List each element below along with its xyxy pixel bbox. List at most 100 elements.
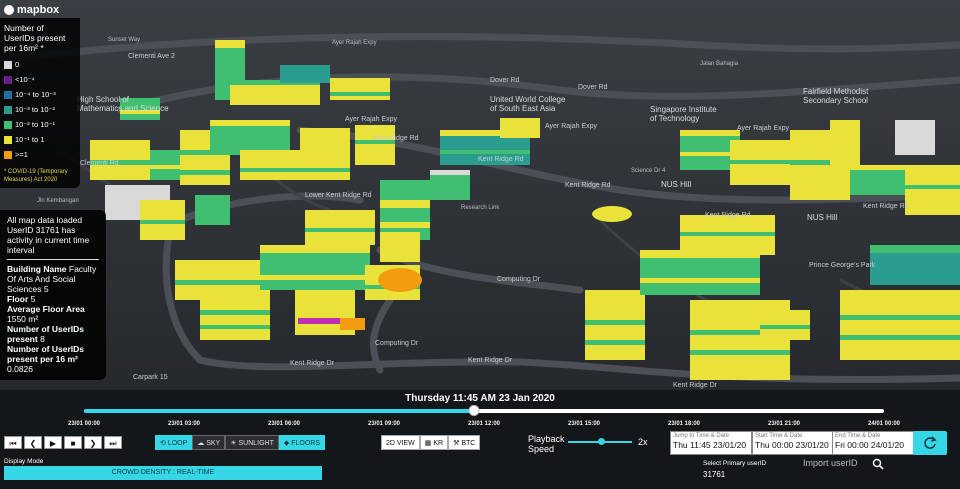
import-user-input[interactable]: Import userID bbox=[803, 458, 858, 468]
current-timestamp: Thursday 11:45 AM 23 Jan 2020 bbox=[405, 393, 555, 404]
legend-item: 10⁻⁴ to 10⁻³ bbox=[4, 87, 76, 102]
skip-end-button[interactable]: ⏭ bbox=[104, 436, 122, 449]
building-name-label: Building Name bbox=[7, 264, 67, 274]
legend-label: 10⁻⁴ to 10⁻³ bbox=[15, 90, 56, 99]
legend-swatch bbox=[4, 105, 12, 114]
timeline-tick-label: 23/01 03:00 bbox=[167, 421, 201, 427]
map-label: Fairfield Methodist Secondary School bbox=[803, 87, 869, 105]
2d-view-button[interactable]: 2D VIEW bbox=[381, 435, 420, 450]
timeline-tick-label: 23/01 21:00 bbox=[767, 421, 801, 427]
legend-label: <10⁻⁴ bbox=[15, 75, 35, 84]
step-forward-button[interactable]: ❯ bbox=[84, 436, 102, 449]
timeline-tick-label: 24/01 00:00 bbox=[867, 421, 901, 427]
legend-label: 10⁻¹ to 1 bbox=[15, 135, 45, 144]
jump-datetime-field[interactable]: Jump to Time & Date Thu 11:45 23/01/20 bbox=[670, 431, 752, 455]
toggle-label: LOOP bbox=[167, 440, 188, 447]
floors-toggle[interactable]: ◆ FLOORS bbox=[278, 435, 325, 450]
skip-end-icon: ⏭ bbox=[109, 439, 117, 448]
legend-swatch bbox=[4, 90, 12, 99]
area-label: Average Floor Area bbox=[7, 304, 85, 314]
step-back-button[interactable]: ❮ bbox=[24, 436, 42, 449]
legend-item: 10⁻² to 10⁻¹ bbox=[4, 117, 76, 132]
map-view[interactable]: Dover Rd Dover Rd United World College of … bbox=[0, 0, 960, 392]
loop-toggle[interactable]: ⟲ LOOP bbox=[155, 435, 193, 450]
timeline-tick-label: 23/01 15:00 bbox=[567, 421, 601, 427]
map-label: NUS Hill bbox=[807, 213, 838, 222]
end-datetime-field[interactable]: End Time & Date Fri 00:00 24/01/20 bbox=[832, 431, 914, 455]
search-icon bbox=[872, 458, 884, 470]
map-label: Dover Rd bbox=[490, 77, 520, 84]
btc-button[interactable]: ⚒ BTC bbox=[448, 435, 481, 450]
info-divider bbox=[7, 259, 99, 260]
toggle-label: SKY bbox=[206, 440, 221, 447]
map-label: Ayer Rajah Expy bbox=[332, 40, 377, 46]
legend-swatch bbox=[4, 150, 12, 159]
display-mode-label: Display Mode bbox=[4, 458, 44, 465]
legend-label: >=1 bbox=[15, 150, 28, 159]
map-label: Kent Ridge Rd bbox=[705, 212, 751, 219]
map-label: Kent Ridge Rd bbox=[478, 156, 524, 163]
map-label: Sunset Way bbox=[108, 37, 141, 43]
step-back-icon: ❮ bbox=[29, 439, 37, 448]
users-label: Number of UserIDs present bbox=[7, 324, 84, 344]
map-label: NUS Hill bbox=[661, 180, 692, 189]
legend-swatch bbox=[4, 120, 12, 129]
mode-label: KR bbox=[433, 440, 444, 447]
map-label: Ayer Rajah Expy bbox=[737, 125, 790, 132]
stop-icon: ■ bbox=[70, 439, 76, 448]
timeline-tick-label: 23/01 12:00 bbox=[467, 421, 501, 427]
start-datetime-label: Start Time & Date bbox=[755, 433, 803, 439]
map-label: Kent Ridge Dr bbox=[468, 357, 512, 364]
legend-item: 10⁻³ to 10⁻² bbox=[4, 102, 76, 117]
primary-user-value[interactable]: 31761 bbox=[703, 470, 725, 479]
jump-datetime-label: Jump to Time & Date bbox=[673, 433, 730, 439]
map-label: Kent Ridge Rd bbox=[565, 182, 611, 189]
timeline-tick-label: 23/01 00:00 bbox=[67, 421, 101, 427]
playback-speed-handle[interactable] bbox=[597, 438, 605, 445]
map-label: Jalan Bahagia bbox=[700, 61, 739, 67]
sky-toggle[interactable]: ☁ SKY bbox=[192, 435, 226, 450]
mapbox-wordmark: mapbox bbox=[17, 4, 60, 16]
legend-swatch bbox=[4, 75, 12, 84]
map-label: Ayer Rajah Expy bbox=[345, 116, 398, 123]
refresh-button[interactable] bbox=[913, 431, 947, 455]
legend-label: 10⁻³ to 10⁻² bbox=[15, 105, 56, 114]
refresh-icon bbox=[924, 436, 937, 449]
start-datetime-field[interactable]: Start Time & Date Thu 00:00 23/01/20 bbox=[752, 431, 834, 455]
skip-start-button[interactable]: ⏮ bbox=[4, 436, 22, 449]
mapbox-logo: mapbox bbox=[4, 4, 59, 16]
map-label: Kent Ridge Rd bbox=[373, 135, 419, 142]
start-datetime-value: Thu 00:00 23/01/20 bbox=[755, 440, 829, 450]
legend-swatch bbox=[4, 60, 12, 69]
legend-item: 10⁻¹ to 1 bbox=[4, 132, 76, 147]
legend-item: >=1 bbox=[4, 147, 76, 162]
map-label: Jln Kembangan bbox=[37, 198, 79, 204]
mode-label: BTC bbox=[461, 440, 476, 447]
legend-label: 0 bbox=[15, 60, 20, 69]
stop-button[interactable]: ■ bbox=[64, 436, 82, 449]
load-status: All map data loaded bbox=[7, 215, 83, 225]
loop-icon: ⟲ bbox=[160, 440, 168, 447]
density-legend: Number of UserIDs present per 16m² * 0 <1… bbox=[0, 18, 80, 188]
floor-value: 5 bbox=[30, 294, 36, 304]
density-label: Number of UserIDs present per 16 m² bbox=[7, 344, 84, 364]
timeline-handle[interactable] bbox=[468, 405, 480, 416]
map-label: Kent Ridge Dr bbox=[290, 360, 334, 367]
sunlight-toggle[interactable]: ☀ SUNLIGHT bbox=[225, 435, 279, 450]
timeline-tick-label: 23/01 06:00 bbox=[267, 421, 301, 427]
step-forward-icon: ❯ bbox=[89, 439, 97, 448]
legend-title: Number of UserIDs present per 16m² * bbox=[4, 23, 66, 53]
search-button[interactable] bbox=[872, 457, 884, 475]
play-button[interactable]: ▶ bbox=[44, 436, 62, 449]
map-label: Kent Ridge Rd bbox=[863, 203, 909, 210]
play-icon: ▶ bbox=[49, 439, 57, 448]
playback-speed-label: Playback Speed bbox=[528, 434, 565, 454]
legend-label: 10⁻² to 10⁻¹ bbox=[15, 120, 56, 129]
kr-button[interactable]: ▦ KR bbox=[419, 435, 449, 450]
map-label: Research Link bbox=[461, 205, 500, 211]
sky-icon: ☁ bbox=[197, 440, 207, 447]
map-label: Ayer Rajah Expy bbox=[545, 123, 598, 130]
activity-status: UserID 31761 has activity in current tim… bbox=[7, 225, 90, 255]
display-mode-button[interactable]: CROWD DENSITY : REAL-TIME bbox=[4, 466, 322, 480]
jump-datetime-value: Thu 11:45 23/01/20 bbox=[673, 440, 747, 450]
